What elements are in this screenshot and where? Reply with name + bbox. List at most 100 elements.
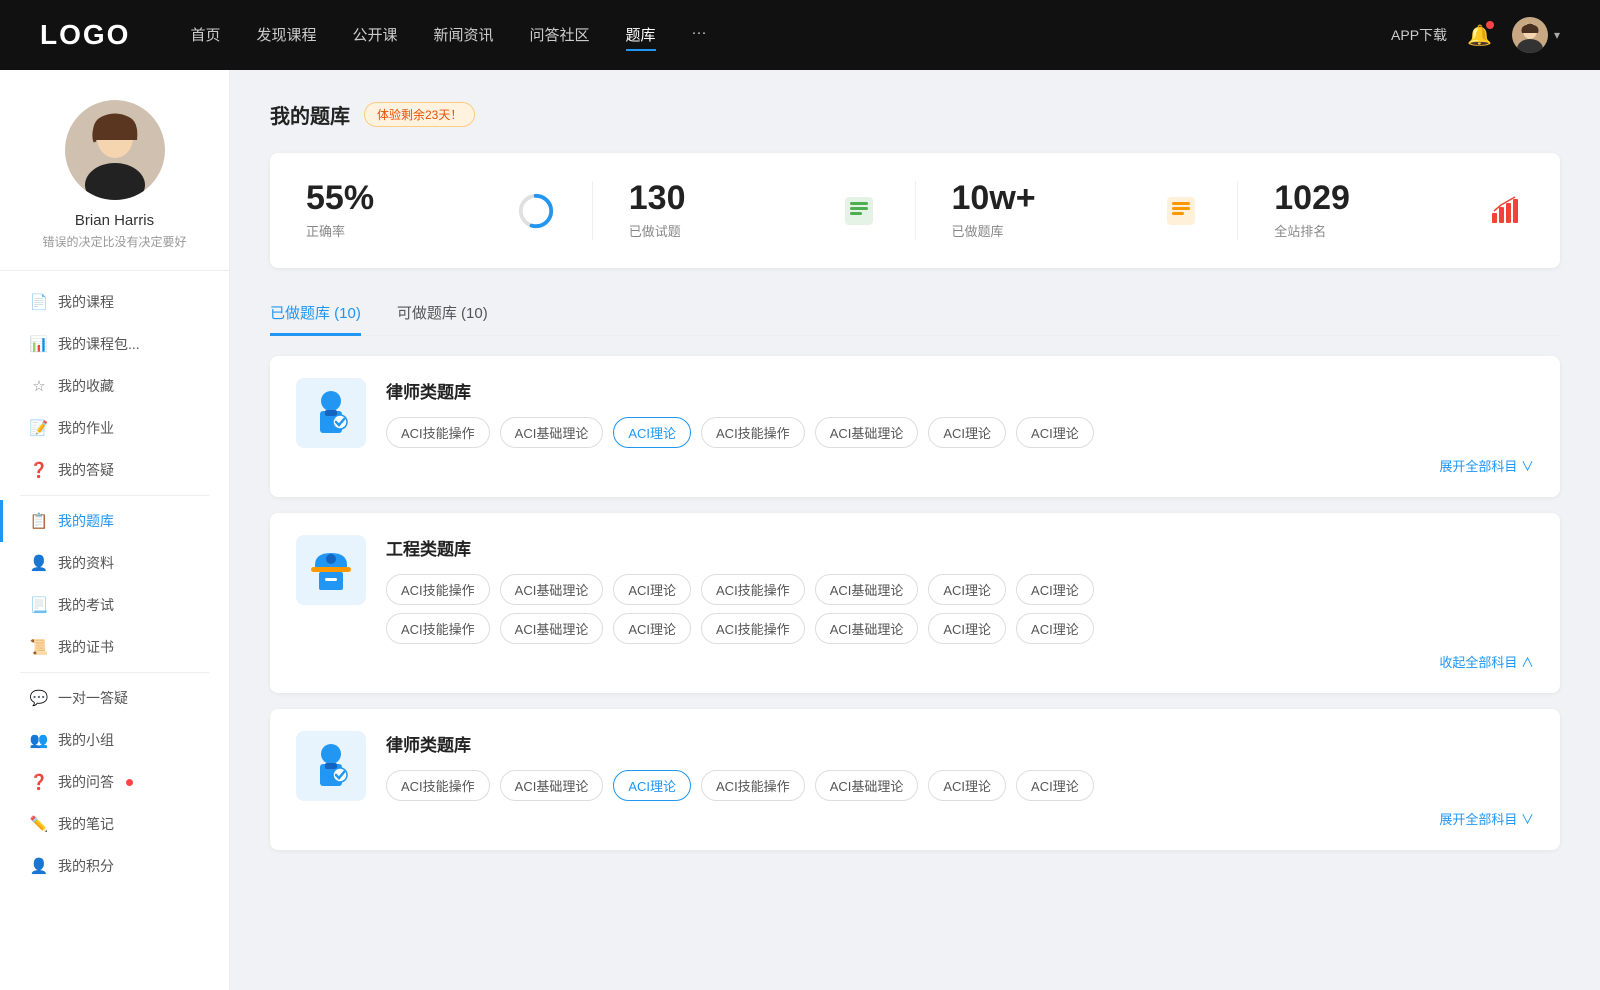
sidebar-item-我的收藏[interactable]: ☆我的收藏 (0, 365, 229, 407)
sidebar-icon-0: 📄 (30, 293, 48, 311)
tag-2-0[interactable]: ACI技能操作 (386, 770, 490, 801)
tag-1-r2-6[interactable]: ACI理论 (1016, 613, 1094, 644)
tabs: 已做题库 (10) 可做题库 (10) (270, 292, 1560, 336)
tag-1-r2-4[interactable]: ACI基础理论 (815, 613, 919, 644)
tags-row-0: ACI技能操作 ACI基础理论 ACI理论 ACI技能操作 ACI基础理论 ACI理论 AC… (386, 417, 1534, 448)
sidebar-item-我的小组[interactable]: 👥我的小组 (0, 719, 229, 761)
nav-item-问答社区[interactable]: 问答社区 (530, 20, 590, 51)
sidebar-item-我的考试[interactable]: 📃 我的考试 (0, 584, 229, 626)
stat-value-3: 1029 (1274, 181, 1470, 215)
tag-1-1[interactable]: ACI基础理论 (500, 574, 604, 605)
tag-2-4[interactable]: ACI基础理论 (815, 770, 919, 801)
category-icon-2 (296, 731, 366, 801)
category-body-2: 律师类题库 ACI技能操作ACI基础理论ACI理论ACI技能操作ACI基础理论A… (386, 731, 1534, 828)
stat-icon-1 (839, 191, 879, 231)
expand-link-2[interactable]: 展开全部科目 ∨ (386, 809, 1534, 828)
nav-item-题库[interactable]: 题库 (626, 20, 656, 51)
sidebar-item-我的资料[interactable]: 👤我的资料 (0, 542, 229, 584)
sidebar-label-11: 我的问答 (58, 772, 114, 792)
expand-link-0[interactable]: 展开全部科目 ∨ (386, 456, 1534, 475)
categories-container: 律师类题库 ACI技能操作ACI基础理论ACI理论ACI技能操作ACI基础理论A… (270, 356, 1560, 850)
stat-label-1: 已做试题 (629, 221, 825, 240)
sidebar-item-我的课程[interactable]: 📄 我的课程 (0, 281, 229, 323)
sidebar-label-4: 我的答疑 (58, 460, 114, 480)
stat-text-0: 55% 正确率 (306, 181, 502, 240)
stat-item-1: 130 已做试题 (593, 181, 916, 240)
tag-0-6[interactable]: ACI理论 (1016, 417, 1094, 448)
tag-0-4[interactable]: ACI基础理论 (815, 417, 919, 448)
tab-0[interactable]: 已做题库 (10) (270, 292, 361, 336)
category-header-0: 律师类题库 ACI技能操作ACI基础理论ACI理论ACI技能操作ACI基础理论A… (296, 378, 1534, 475)
header: LOGO 首页 发现课程 公开课 新闻资讯 问答社区 题库 ··· APP下载 🔔 ▾ (0, 0, 1600, 70)
notification-dot-11 (126, 779, 133, 786)
stat-value-2: 10w+ (952, 181, 1148, 215)
nav-item-首页[interactable]: 首页 (190, 20, 220, 51)
nav-item-公开课[interactable]: 公开课 (352, 20, 397, 51)
sidebar-icon-7: 📃 (30, 596, 48, 614)
logo[interactable]: LOGO (40, 19, 130, 51)
nav-item-新闻资讯[interactable]: 新闻资讯 (434, 20, 494, 51)
nav-item-发现课程[interactable]: 发现课程 (256, 20, 316, 51)
sidebar-label-7: 我的考试 (58, 595, 114, 615)
tag-1-r2-1[interactable]: ACI基础理论 (500, 613, 604, 644)
user-avatar-wrapper[interactable]: ▾ (1512, 17, 1560, 53)
sidebar-item-我的答疑[interactable]: ❓我的答疑 (0, 449, 229, 491)
category-body-1: 工程类题库 ACI技能操作ACI基础理论ACI理论ACI技能操作ACI基础理论A… (386, 535, 1534, 671)
sidebar-label-0: 我的课程 (58, 292, 114, 312)
tag-1-r2-5[interactable]: ACI理论 (928, 613, 1006, 644)
category-header-1: 工程类题库 ACI技能操作ACI基础理论ACI理论ACI技能操作ACI基础理论A… (296, 535, 1534, 671)
tag-0-0[interactable]: ACI技能操作 (386, 417, 490, 448)
tag-1-5[interactable]: ACI理论 (928, 574, 1006, 605)
tag-1-r2-2[interactable]: ACI理论 (613, 613, 691, 644)
category-name-1: 工程类题库 (386, 535, 1534, 560)
tag-2-5[interactable]: ACI理论 (928, 770, 1006, 801)
tag-1-r2-3[interactable]: ACI技能操作 (701, 613, 805, 644)
sidebar-icon-9: 💬 (30, 689, 48, 707)
sidebar-menu: 📄我的课程📊我的课程包...☆我的收藏📝我的作业❓我的答疑📋我的题库👤我的资料📃… (0, 281, 229, 887)
main-nav: 首页 发现课程 公开课 新闻资讯 问答社区 题库 ··· (190, 20, 1391, 51)
nav-item-···[interactable]: ··· (692, 20, 707, 51)
category-icon-0 (296, 378, 366, 448)
sidebar-item-我的问答[interactable]: ❓我的问答 (0, 761, 229, 803)
tag-1-r2-0[interactable]: ACI技能操作 (386, 613, 490, 644)
sidebar-item-我的课程包...[interactable]: 📊我的课程包... (0, 323, 229, 365)
sidebar-item-我的题库[interactable]: 📋我的题库 (0, 500, 229, 542)
tag-0-1[interactable]: ACI基础理论 (500, 417, 604, 448)
tag-1-3[interactable]: ACI技能操作 (701, 574, 805, 605)
sidebar-item-我的作业[interactable]: 📝我的作业 (0, 407, 229, 449)
tag-2-6[interactable]: ACI理论 (1016, 770, 1094, 801)
tag-1-2[interactable]: ACI理论 (613, 574, 691, 605)
page-header: 我的题库 体验剩余23天！ (270, 100, 1560, 129)
stat-label-3: 全站排名 (1274, 221, 1470, 240)
tag-1-0[interactable]: ACI技能操作 (386, 574, 490, 605)
tag-2-2[interactable]: ACI理论 (613, 770, 691, 801)
sidebar-icon-3: 📝 (30, 419, 48, 437)
category-body-0: 律师类题库 ACI技能操作ACI基础理论ACI理论ACI技能操作ACI基础理论A… (386, 378, 1534, 475)
tag-1-4[interactable]: ACI基础理论 (815, 574, 919, 605)
sidebar-icon-6: 👤 (30, 554, 48, 572)
tags-row-0: ACI技能操作 ACI基础理论 ACI理论 ACI技能操作 ACI基础理论 ACI理论 AC… (386, 574, 1534, 605)
sidebar-label-12: 我的笔记 (58, 814, 114, 834)
tag-2-1[interactable]: ACI基础理论 (500, 770, 604, 801)
tag-1-6[interactable]: ACI理论 (1016, 574, 1094, 605)
stat-item-0: 55% 正确率 (270, 181, 593, 240)
tag-0-5[interactable]: ACI理论 (928, 417, 1006, 448)
expand-link-1[interactable]: 收起全部科目 ∧ (386, 652, 1534, 671)
tab-1[interactable]: 可做题库 (10) (397, 292, 488, 336)
profile-section: Brian Harris 错误的决定比没有决定要好 (0, 100, 229, 271)
tag-2-3[interactable]: ACI技能操作 (701, 770, 805, 801)
sidebar-icon-5: 📋 (30, 512, 48, 530)
sidebar-item-一对一答疑[interactable]: 💬一对一答疑 (0, 677, 229, 719)
sidebar-item-我的积分[interactable]: 👤我的积分 (0, 845, 229, 887)
app-download[interactable]: APP下载 (1391, 25, 1447, 45)
tag-0-2[interactable]: ACI理论 (613, 417, 691, 448)
sidebar-item-我的笔记[interactable]: ✏️我的笔记 (0, 803, 229, 845)
stats-bar: 55% 正确率 130 已做试题 10w+ 已做题库 1029 全站排名 (270, 153, 1560, 268)
stat-item-2: 10w+ 已做题库 (916, 181, 1239, 240)
tags-row-0: ACI技能操作 ACI基础理论 ACI理论 ACI技能操作 ACI基础理论 ACI理论 AC… (386, 770, 1534, 801)
notification-bell[interactable]: 🔔 (1467, 23, 1492, 48)
sidebar-icon-10: 👥 (30, 731, 48, 749)
tags-row-1: ACI技能操作 ACI基础理论 ACI理论 ACI技能操作 ACI基础理论 ACI理论 AC… (386, 613, 1534, 644)
tag-0-3[interactable]: ACI技能操作 (701, 417, 805, 448)
sidebar-item-我的证书[interactable]: 📜我的证书 (0, 626, 229, 668)
